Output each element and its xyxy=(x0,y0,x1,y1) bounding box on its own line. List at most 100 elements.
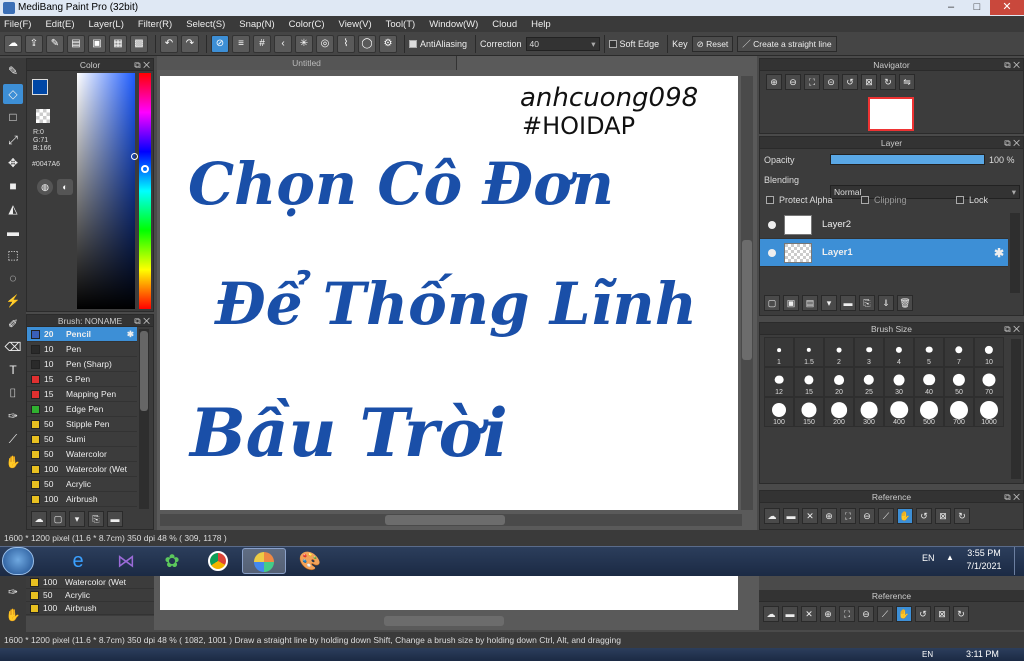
fit-icon[interactable]: ⛶ xyxy=(804,74,820,90)
brush-item-airbrush[interactable]: 100 Airbrush xyxy=(27,492,137,507)
lock-checkbox[interactable] xyxy=(956,196,964,204)
rotate-left-icon[interactable]: ↺ xyxy=(916,508,932,524)
new-halftone-layer-icon[interactable]: ▣ xyxy=(783,295,799,311)
medibang-task-icon[interactable] xyxy=(242,548,286,574)
add-brush-icon[interactable]: ▾ xyxy=(69,511,85,527)
visual-studio-icon[interactable]: ⋈ xyxy=(104,548,148,574)
brush-size-cell[interactable]: 5 xyxy=(914,337,944,367)
brush-size-cell[interactable]: 70 xyxy=(974,367,1004,397)
brush-size-cell[interactable]: 30 xyxy=(884,367,914,397)
document-icon[interactable]: ▣ xyxy=(88,34,106,53)
rotate-right-icon[interactable]: ↻ xyxy=(954,508,970,524)
saturation-value-picker[interactable] xyxy=(77,73,135,309)
document-tab[interactable]: Untitled xyxy=(157,56,457,70)
snap-off-icon[interactable]: ⊘ xyxy=(211,34,229,53)
antialias-checkbox[interactable] xyxy=(409,39,417,48)
brush-list-scrollbar[interactable] xyxy=(139,329,149,509)
select-tool-icon[interactable]: ⬚ xyxy=(3,245,23,265)
brush-item-watercolor-wet[interactable]: 100 Watercolor (Wet xyxy=(27,462,137,477)
straight-line-button[interactable]: ／ Create a straight line xyxy=(737,35,837,52)
menu-window[interactable]: Window(W) xyxy=(429,19,478,30)
drawing-canvas[interactable]: Chọn Cô Đơn Để Thống Lĩnh Bầu Trời anhcu… xyxy=(160,76,738,510)
transparent-color-swatch[interactable] xyxy=(36,109,50,123)
protect-alpha-checkbox[interactable] xyxy=(766,196,774,204)
menu-filter[interactable]: Filter(R) xyxy=(138,19,172,30)
paint-icon[interactable]: 🎨 xyxy=(288,548,332,574)
app-icon-green[interactable]: ✿ xyxy=(150,548,194,574)
correction-select[interactable]: 40 xyxy=(525,36,600,51)
menu-view[interactable]: View(V) xyxy=(339,19,372,30)
actual-size-icon[interactable]: ⊝ xyxy=(823,74,839,90)
scrollbar-thumb[interactable] xyxy=(140,331,148,411)
hue-slider[interactable] xyxy=(139,73,151,309)
eyedropper-icon[interactable]: ⟋ xyxy=(3,429,23,449)
clipping-checkbox[interactable] xyxy=(861,196,869,204)
brush-size-cell[interactable]: 2 xyxy=(824,337,854,367)
dot-tool-icon[interactable]: □ xyxy=(3,107,23,127)
brush-size-cell[interactable]: 12 xyxy=(764,367,794,397)
snap-ellipse-icon[interactable]: ◯ xyxy=(358,34,376,53)
foreground-color-swatch[interactable] xyxy=(32,79,48,95)
close-button[interactable]: ✕ xyxy=(990,0,1024,15)
layer-row-layer1[interactable]: Layer1 ✱ xyxy=(760,239,1008,267)
brush-size-cell[interactable]: 1000 xyxy=(974,397,1004,427)
brush-size-cell[interactable]: 20 xyxy=(824,367,854,397)
layers-icon[interactable]: ▤ xyxy=(67,34,85,53)
vertical-scrollbar-thumb[interactable] xyxy=(742,240,752,360)
brush-size-cell[interactable]: 4 xyxy=(884,337,914,367)
menu-help[interactable]: Help xyxy=(531,19,551,30)
brush-size-cell[interactable]: 10 xyxy=(974,337,1004,367)
snap-curve-icon[interactable]: ⌇ xyxy=(337,34,355,53)
brush-size-cell[interactable]: 50 xyxy=(944,367,974,397)
panel-close-icon[interactable]: ⧉ ✕ xyxy=(1004,59,1020,71)
eyedropper-icon[interactable]: ⟋ xyxy=(878,508,894,524)
start-button[interactable] xyxy=(2,547,34,575)
sv-picker-cursor[interactable] xyxy=(131,153,138,160)
add-layer-menu-icon[interactable]: ▾ xyxy=(821,295,837,311)
brush-size-scrollbar[interactable] xyxy=(1011,339,1021,479)
panel-close-icon[interactable]: ⧉ ✕ xyxy=(134,315,150,327)
chrome-icon[interactable] xyxy=(196,548,240,574)
flip-icon[interactable]: ⇋ xyxy=(899,74,915,90)
language-indicator[interactable]: EN xyxy=(922,553,935,563)
select-pen-icon[interactable]: ✐ xyxy=(3,314,23,334)
maximize-button[interactable]: □ xyxy=(964,0,990,15)
color-set-icon[interactable]: ◐ xyxy=(57,179,73,195)
cloud-download-icon[interactable]: ☁ xyxy=(31,511,47,527)
lasso-tool-icon[interactable]: ◌ xyxy=(3,268,23,288)
select-eraser-icon[interactable]: ⌫ xyxy=(3,337,23,357)
fill-shape-icon[interactable]: ■ xyxy=(3,176,23,196)
panel-close-icon[interactable]: ⧉ ✕ xyxy=(1004,491,1020,503)
folder-icon[interactable]: ▬ xyxy=(840,295,856,311)
reset-button[interactable]: ⊘ Reset xyxy=(691,35,734,52)
comment-icon[interactable]: ✎ xyxy=(46,34,64,53)
move-tool-icon[interactable]: ✥ xyxy=(3,153,23,173)
gear-icon[interactable]: ✱ xyxy=(994,246,1004,260)
brush-item-mapping-pen[interactable]: 15 Mapping Pen xyxy=(27,387,137,402)
eye-icon[interactable] xyxy=(768,220,776,229)
palette-icon[interactable]: ◍ xyxy=(37,179,53,195)
bucket-tool-icon[interactable]: ◭ xyxy=(3,199,23,219)
divide-tool-icon[interactable]: ⌷ xyxy=(3,383,23,403)
menu-cloud[interactable]: Cloud xyxy=(492,19,517,30)
eye-icon[interactable] xyxy=(768,248,776,257)
menu-file[interactable]: File(F) xyxy=(4,19,31,30)
layer-list-scrollbar[interactable] xyxy=(1010,213,1020,293)
panel-close-icon[interactable]: ⧉ ✕ xyxy=(1004,137,1020,149)
panel-close-icon[interactable]: ⧉ ✕ xyxy=(134,59,150,71)
new-brush-icon[interactable]: ▢ xyxy=(50,511,66,527)
brush-size-cell[interactable]: 200 xyxy=(824,397,854,427)
reset-view-icon[interactable]: ⊠ xyxy=(861,74,877,90)
brush-size-cell[interactable]: 15 xyxy=(794,367,824,397)
gear-icon[interactable]: ✱ xyxy=(127,329,134,340)
text-tool-icon[interactable]: T xyxy=(3,360,23,380)
upload-icon[interactable]: ⇪ xyxy=(25,34,43,53)
hand-icon[interactable]: ✋ xyxy=(897,508,913,524)
opacity-slider[interactable] xyxy=(830,154,985,165)
close-icon[interactable]: ✕ xyxy=(802,508,818,524)
snap-settings-icon[interactable]: ⚙ xyxy=(379,34,397,53)
blur-tool-icon[interactable]: ✑ xyxy=(3,406,23,426)
rotate-right-icon[interactable]: ↻ xyxy=(880,74,896,90)
grid-icon[interactable]: ▩ xyxy=(130,34,148,53)
snap-vanishing-icon[interactable]: ‹ xyxy=(274,34,292,53)
